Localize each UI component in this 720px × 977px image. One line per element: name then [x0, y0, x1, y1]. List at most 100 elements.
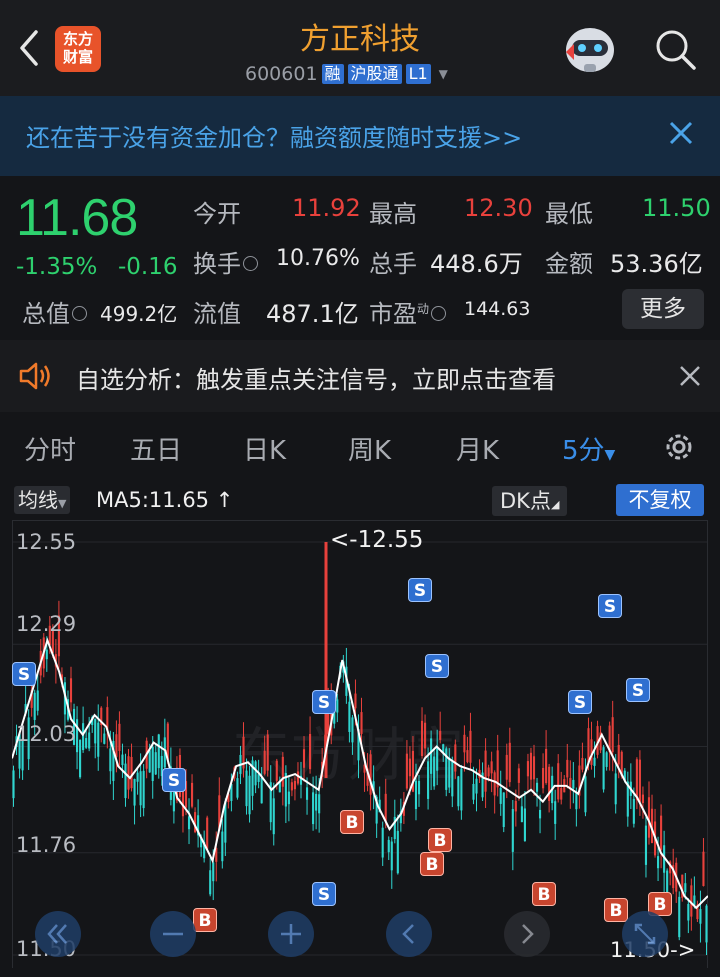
scroll-left-button[interactable]	[386, 911, 432, 957]
candle-body	[451, 761, 454, 797]
zoom-in-button[interactable]	[268, 911, 314, 957]
candle-body	[305, 787, 309, 800]
candle-body	[348, 701, 351, 732]
candle-body	[76, 719, 79, 753]
analysis-bar[interactable]: 自选分析：触发重点关注信号，立即点击查看	[0, 340, 720, 412]
candle-body	[638, 759, 641, 802]
sell-signal-marker[interactable]: S	[312, 690, 336, 714]
high-value: 12.30	[464, 194, 533, 222]
candle-body	[463, 734, 466, 753]
sell-signal-marker[interactable]: S	[425, 654, 449, 678]
candle-body	[545, 748, 548, 783]
candle-body	[221, 831, 224, 862]
tab-five-day[interactable]: 五日	[130, 430, 182, 467]
rewind-button[interactable]	[35, 911, 81, 957]
sell-signal-marker[interactable]: S	[312, 882, 336, 906]
stock-subline[interactable]: 600601 融 沪股通 L1 ▼	[245, 62, 448, 86]
candle-body	[381, 827, 384, 858]
candle-body	[260, 777, 263, 804]
candle-body	[115, 734, 118, 757]
tab-weekly-k[interactable]: 周K	[348, 430, 391, 467]
candle-body	[263, 750, 266, 774]
close-icon[interactable]	[664, 116, 698, 150]
candle-body	[460, 768, 463, 811]
candle-body	[254, 761, 257, 786]
info-icon[interactable]	[243, 255, 258, 271]
candle-body	[457, 776, 460, 807]
sell-signal-marker[interactable]: S	[408, 578, 432, 602]
buy-signal-marker[interactable]: B	[420, 852, 444, 876]
sell-signal-marker[interactable]: S	[12, 662, 36, 686]
scroll-right-button[interactable]	[504, 911, 550, 957]
change-percent: -1.35%	[16, 254, 98, 280]
candle-body	[124, 763, 127, 799]
fullscreen-button[interactable]	[622, 911, 668, 957]
tab-five-min[interactable]: 5分▼	[562, 430, 615, 467]
robot-assistant-icon[interactable]	[560, 22, 620, 78]
candle-body	[408, 758, 411, 777]
candle-body	[538, 809, 542, 819]
info-icon[interactable]	[431, 305, 447, 321]
quote-panel: 11.68 -1.35% -0.16 总值 499.2亿 今开 11.92 最高…	[0, 176, 720, 336]
candle-body	[684, 883, 687, 893]
gear-icon[interactable]	[660, 428, 698, 466]
amount-label: 金额	[545, 250, 593, 278]
candle-body	[312, 792, 315, 825]
mktcap-label-text: 总值	[22, 300, 70, 328]
tab-monthly-k[interactable]: 月K	[456, 430, 499, 467]
analysis-text[interactable]: 自选分析：触发重点关注信号，立即点击查看	[76, 360, 556, 395]
buy-signal-marker[interactable]: B	[340, 810, 364, 834]
pe-label: 市盈动	[369, 294, 447, 329]
buy-signal-marker[interactable]: B	[428, 828, 452, 852]
candle-body	[109, 748, 112, 772]
promo-banner[interactable]: 还在苦于没有资金加仓？融资额度随时支援>>	[0, 96, 720, 176]
tab-daily-k[interactable]: 日K	[243, 430, 286, 467]
candle-body	[275, 760, 278, 781]
candle-body	[209, 870, 212, 895]
candle-body	[212, 862, 215, 882]
pe-label-text: 市盈	[369, 300, 417, 328]
tab-intraday[interactable]: 分时	[24, 430, 76, 467]
more-button[interactable]: 更多	[622, 289, 704, 329]
candle-body	[514, 800, 517, 812]
candle-body	[433, 756, 436, 787]
candle-body	[469, 730, 472, 763]
sell-signal-marker[interactable]: S	[568, 690, 592, 714]
candle-body	[611, 717, 614, 753]
up-arrow-icon: ↑	[215, 488, 234, 512]
sell-signal-marker[interactable]: S	[626, 678, 650, 702]
sell-signal-marker[interactable]: S	[598, 594, 622, 618]
y-tick-label: 11.76	[16, 833, 77, 857]
search-icon[interactable]	[652, 26, 698, 72]
candle-body	[436, 748, 439, 771]
candle-body	[635, 759, 638, 800]
candle-body	[529, 752, 533, 780]
candle-body	[554, 801, 557, 824]
buy-signal-marker[interactable]: B	[532, 882, 556, 906]
ma-selector[interactable]: 均线▼	[14, 486, 71, 514]
promo-banner-text[interactable]: 还在苦于没有资金加仓？融资额度随时支援>>	[26, 118, 522, 153]
stock-code: 600601	[245, 63, 318, 85]
chevron-right-icon	[522, 924, 534, 944]
candle-body	[427, 761, 430, 799]
candle-body	[490, 761, 493, 774]
candle-body	[103, 733, 106, 744]
candle-body	[499, 788, 502, 804]
info-icon[interactable]	[72, 305, 87, 321]
candle-body	[236, 778, 239, 798]
candle-body	[121, 754, 124, 766]
adjustment-button[interactable]: 不复权	[616, 484, 704, 516]
zoom-out-button[interactable]	[150, 911, 196, 957]
candle-body	[605, 752, 608, 767]
close-icon[interactable]	[676, 362, 704, 390]
candle-body	[133, 779, 136, 806]
sell-signal-marker[interactable]: S	[162, 768, 186, 792]
change-amount: -0.16	[118, 254, 178, 280]
candle-body	[369, 754, 372, 795]
dk-point-button[interactable]: DK点◢	[492, 486, 568, 516]
ma5-value: MA5:11.65	[96, 488, 210, 512]
candle-body	[602, 747, 605, 790]
buy-signal-marker[interactable]: B	[193, 908, 217, 932]
candle-body	[206, 817, 209, 849]
candle-body	[257, 774, 260, 782]
